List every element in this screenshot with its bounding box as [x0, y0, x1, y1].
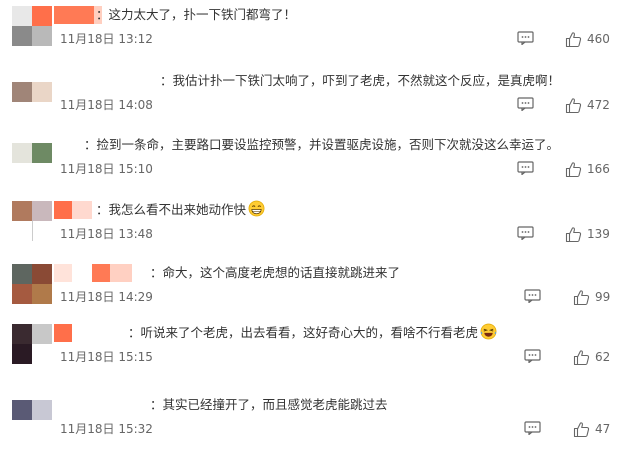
comment-text: ：捡到一条命，主要路口要设监控预警，并设置驱虎设施，否则下次就没这么幸运了。 — [84, 137, 560, 152]
comment-item: ：我怎么看不出来她动作快 11月18日 13:48 139 — [0, 195, 625, 257]
comment-time: 11月18日 14:08 — [60, 98, 153, 112]
like-button[interactable]: 139 — [565, 225, 610, 243]
thumbs-up-icon — [565, 226, 582, 242]
reply-icon[interactable] — [524, 421, 541, 435]
thumbs-up-icon — [565, 161, 582, 177]
thumbs-up-icon — [573, 349, 590, 365]
reply-icon[interactable] — [517, 226, 534, 240]
comment-list: ：这力太大了，扑一下铁门都弯了！ 11月18日 13:12 460 ：我估计扑一… — [0, 0, 625, 445]
comment-text: ：我估计扑一下铁门太响了，吓到了老虎，不然就这个反应，是真虎啊！ — [160, 73, 561, 88]
like-count: 139 — [587, 227, 610, 241]
comment-time: 11月18日 15:32 — [60, 422, 153, 436]
comment-item: ：我估计扑一下铁门太响了，吓到了老虎，不然就这个反应，是真虎啊！ 11月18日 … — [0, 66, 625, 128]
reply-icon[interactable] — [517, 97, 534, 111]
comment-item: ：命大，这个高度老虎想的话直接就跳进来了 11月18日 14:29 99 — [0, 258, 625, 320]
reply-icon[interactable] — [517, 161, 534, 175]
like-count: 472 — [587, 98, 610, 112]
reply-icon[interactable] — [524, 289, 541, 303]
username-blurred[interactable] — [54, 324, 72, 342]
reply-icon[interactable] — [517, 31, 534, 45]
comment-text-content: ：听说来了个老虎，出去看看，这好奇心大的，看啥不行看老虎 — [128, 325, 479, 340]
like-count: 47 — [595, 422, 611, 436]
comment-text: ：其实已经撞开了，而且感觉老虎能跳过去 — [150, 397, 388, 412]
comment-time: 11月18日 15:15 — [60, 350, 153, 364]
thumbs-up-icon — [573, 421, 590, 437]
avatar[interactable] — [12, 201, 52, 241]
grinning-face-emoji — [248, 200, 265, 217]
comment-item: ：其实已经撞开了，而且感觉老虎能跳过去 11月18日 15:32 47 — [0, 390, 625, 452]
username-blurred[interactable] — [54, 6, 102, 24]
avatar[interactable] — [12, 6, 52, 46]
like-button[interactable]: 472 — [565, 96, 610, 114]
thumbs-up-icon — [573, 289, 590, 305]
avatar[interactable] — [12, 324, 52, 364]
comment-time: 11月18日 15:10 — [60, 162, 153, 176]
laughing-tears-emoji — [480, 323, 497, 340]
avatar[interactable] — [12, 143, 52, 183]
avatar[interactable] — [12, 400, 52, 440]
comment-text: ：这力太大了，扑一下铁门都弯了！ — [96, 7, 297, 22]
avatar[interactable] — [12, 82, 52, 122]
like-count: 166 — [587, 162, 610, 176]
like-count: 99 — [595, 290, 611, 304]
comment-time: 11月18日 13:12 — [60, 32, 153, 46]
comment-text-content: ：我怎么看不出来她动作快 — [96, 202, 247, 217]
comment-item: ：听说来了个老虎，出去看看，这好奇心大的，看啥不行看老虎 11月18日 15:1… — [0, 318, 625, 380]
like-button[interactable]: 62 — [573, 348, 610, 366]
thumbs-up-icon — [565, 97, 582, 113]
thumbs-up-icon — [565, 31, 582, 47]
comment-text: ：我怎么看不出来她动作快 — [96, 200, 265, 220]
username-blurred[interactable] — [54, 201, 92, 219]
like-button[interactable]: 460 — [565, 30, 610, 48]
reply-icon[interactable] — [524, 349, 541, 363]
like-count: 460 — [587, 32, 610, 46]
comment-time: 11月18日 13:48 — [60, 227, 153, 241]
avatar[interactable] — [12, 264, 52, 304]
comment-item: ：这力太大了，扑一下铁门都弯了！ 11月18日 13:12 460 — [0, 0, 625, 62]
comment-text: ：命大，这个高度老虎想的话直接就跳进来了 — [150, 265, 401, 280]
comment-time: 11月18日 14:29 — [60, 290, 153, 304]
like-button[interactable]: 47 — [573, 420, 610, 438]
like-button[interactable]: 166 — [565, 160, 610, 178]
like-count: 62 — [595, 350, 611, 364]
like-button[interactable]: 99 — [573, 288, 610, 306]
username-blurred[interactable] — [54, 264, 132, 282]
comment-text: ：听说来了个老虎，出去看看，这好奇心大的，看啥不行看老虎 — [128, 323, 497, 343]
comment-item: ：捡到一条命，主要路口要设监控预警，并设置驱虎设施，否则下次就没这么幸运了。 1… — [0, 130, 625, 192]
